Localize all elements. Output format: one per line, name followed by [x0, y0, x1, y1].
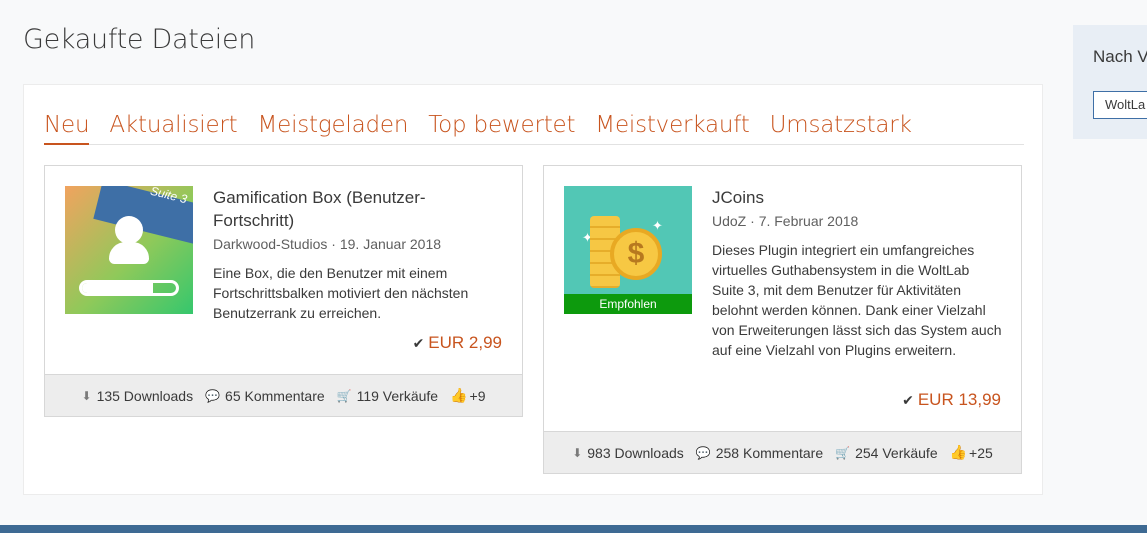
file-thumbnail[interactable]: ✦ ✦ $ Empfohlen — [564, 186, 692, 314]
check-icon: ✔ — [412, 335, 425, 351]
coin-icon: $ — [610, 228, 662, 280]
tab-aktualisiert[interactable]: Aktualisiert — [109, 109, 237, 145]
file-description: Eine Box, die den Benutzer mit einem For… — [213, 265, 469, 321]
file-author[interactable]: Darkwood-Studios — [213, 236, 327, 252]
shopping-cart-icon: 🛒 — [336, 388, 352, 403]
featured-badge: Empfohlen — [564, 294, 692, 314]
file-author[interactable]: UdoZ — [712, 213, 746, 229]
download-icon: ⬇ — [81, 388, 92, 403]
price-value: EUR 13,99 — [917, 390, 1001, 409]
downloads-count: 983 Downloads — [587, 444, 684, 461]
filter-select[interactable]: WoltLa — [1093, 91, 1147, 119]
stat-downloads: ⬇ 983 Downloads — [572, 445, 684, 461]
tab-umsatzstark[interactable]: Umsatzstark — [770, 109, 912, 145]
progress-bar — [79, 280, 179, 296]
sparkle-icon: ✦ — [652, 218, 663, 233]
comments-icon: 💬 — [205, 388, 221, 403]
stat-downloads: ⬇ 135 Downloads — [82, 388, 194, 404]
thumbs-up-icon: 👍 — [949, 444, 968, 460]
file-description: Dieses Plugin integriert ein umfangreich… — [712, 242, 1002, 358]
comments-count: 258 Kommentare — [715, 444, 824, 461]
file-price: ✔ EUR 2,99 — [413, 333, 502, 353]
file-card-gamification-box[interactable]: Suite 3 Gamification Box (Benutzer-Forts… — [44, 165, 523, 417]
file-list-box: Neu Aktualisiert Meistgeladen Top bewert… — [23, 84, 1043, 495]
sidebar-title: Nach V — [1093, 47, 1147, 66]
stat-comments: 💬 258 Kommentare — [696, 445, 823, 461]
stat-likes: 👍 +25 — [950, 444, 993, 461]
tab-meistverkauft[interactable]: Meistverkauft — [595, 109, 750, 145]
tab-bar: Neu Aktualisiert Meistgeladen Top bewert… — [44, 109, 1024, 145]
file-stats: ⬇ 135 Downloads 💬 65 Kommentare 🛒 119 Verkä… — [45, 374, 522, 416]
file-title[interactable]: Gamification Box (Benutzer-Fortschritt) — [213, 186, 505, 232]
file-card-jcoins[interactable]: ✦ ✦ $ Empfohlen JCoins UdoZ · 7. Februar… — [543, 165, 1022, 474]
stat-sales: 🛒 254 Verkäufe — [835, 445, 937, 461]
file-stats: ⬇ 983 Downloads 💬 258 Kommentare 🛒 254 Verk… — [544, 431, 1021, 473]
check-icon: ✔ — [902, 392, 914, 408]
file-meta: Darkwood-Studios · 19. Januar 2018 — [213, 236, 442, 252]
tab-top-bewertet[interactable]: Top bewertet — [428, 109, 575, 145]
likes-count: +9 — [469, 387, 486, 404]
stat-comments: 💬 65 Kommentare — [205, 388, 325, 404]
likes-count: +25 — [969, 444, 993, 461]
downloads-count: 135 Downloads — [96, 387, 194, 404]
sales-count: 254 Verkäufe — [855, 444, 938, 461]
shopping-cart-icon: 🛒 — [835, 445, 851, 460]
file-price: ✔ EUR 13,99 — [902, 390, 1001, 410]
stat-likes: 👍 +9 — [450, 387, 485, 404]
user-icon — [115, 216, 143, 244]
thumbs-up-icon: 👍 — [450, 387, 468, 403]
download-icon: ⬇ — [572, 445, 583, 460]
price-value: EUR 2,99 — [428, 333, 502, 352]
file-title[interactable]: JCoins — [712, 186, 1004, 209]
file-meta: UdoZ · 7. Februar 2018 — [712, 213, 859, 229]
comments-icon: 💬 — [695, 445, 711, 460]
footer-bar — [0, 525, 1147, 533]
tab-meistgeladen[interactable]: Meistgeladen — [257, 109, 408, 145]
tab-neu[interactable]: Neu — [44, 109, 90, 145]
file-date: 19. Januar 2018 — [339, 236, 442, 252]
sidebar-filter-box: Nach V WoltLa — [1073, 25, 1147, 139]
progress-bar-fill — [82, 283, 153, 293]
file-thumbnail[interactable]: Suite 3 — [65, 186, 193, 314]
user-icon-body — [109, 242, 149, 264]
sales-count: 119 Verkäufe — [356, 387, 439, 404]
comments-count: 65 Kommentare — [225, 387, 325, 404]
stat-sales: 🛒 119 Verkäufe — [337, 388, 438, 404]
page-title: Gekaufte Dateien — [23, 24, 256, 55]
file-date: 7. Februar 2018 — [758, 213, 859, 229]
